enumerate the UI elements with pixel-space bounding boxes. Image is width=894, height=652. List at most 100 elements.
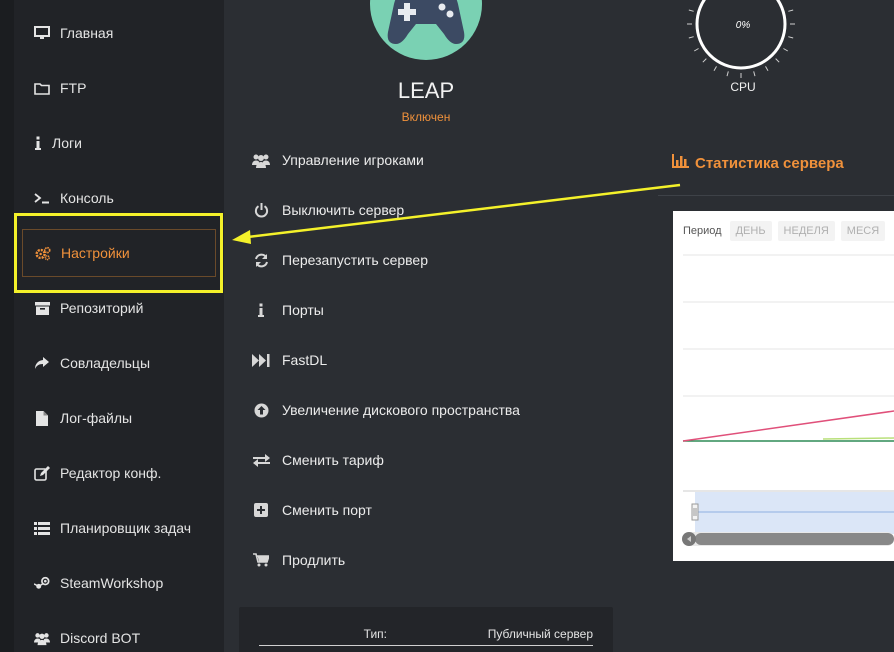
sidebar-item-coowners[interactable]: Совладельцы xyxy=(22,339,216,387)
menu-item-label: Выключить сервер xyxy=(282,202,405,218)
gauge-tick xyxy=(765,66,769,72)
sidebar-item-label: Лог-файлы xyxy=(60,410,133,426)
navigator-handle[interactable] xyxy=(691,503,699,521)
exchange-icon xyxy=(252,453,270,467)
menu-item-label: Порты xyxy=(282,302,324,318)
gauge-tick xyxy=(688,9,694,12)
gauge-tick xyxy=(726,71,729,77)
sidebar-item-label: Discord BOT xyxy=(60,630,141,646)
increase-disk-button[interactable]: Увеличение дискового пространства xyxy=(252,398,520,422)
steam-icon xyxy=(34,575,50,591)
change-port-button[interactable]: Сменить порт xyxy=(252,498,372,522)
gauge-tick xyxy=(702,58,707,63)
menu-item-label: Продлить xyxy=(282,552,346,568)
sidebar-item-label: Консоль xyxy=(60,190,114,206)
menu-item-label: Увеличение дискового пространства xyxy=(282,402,520,418)
scrollbar-thumb[interactable] xyxy=(695,533,894,545)
terminal-icon xyxy=(34,190,50,206)
monitor-icon xyxy=(34,25,50,41)
divider xyxy=(658,195,894,196)
left-edge-strip xyxy=(0,0,14,652)
restart-server-button[interactable]: Перезапустить сервер xyxy=(252,248,428,272)
gauge-tick xyxy=(783,48,789,52)
sidebar-item-repository[interactable]: Репозиторий xyxy=(22,284,216,332)
list-icon xyxy=(34,520,50,536)
refresh-icon xyxy=(252,253,270,268)
gauge-tick xyxy=(713,66,717,72)
divider xyxy=(259,645,593,646)
gauge-tick xyxy=(753,71,756,77)
cpu-gauge: 0% xyxy=(683,0,799,82)
gauge-tick xyxy=(693,48,699,52)
sidebar-item-scheduler[interactable]: Планировщик задач xyxy=(22,504,216,552)
users-icon xyxy=(252,153,270,168)
sidebar: Главная FTP Логи Консоль Настройки Репоз… xyxy=(14,0,224,652)
bar-chart-icon xyxy=(672,154,689,172)
ports-button[interactable]: Порты xyxy=(252,298,324,322)
server-info-panel: Тип: Публичный сервер xyxy=(239,607,613,652)
info-row-type: Тип: Публичный сервер xyxy=(259,627,593,641)
renew-button[interactable]: Продлить xyxy=(252,548,345,572)
sidebar-item-label: Логи xyxy=(52,135,82,151)
menu-item-label: Сменить порт xyxy=(282,502,372,518)
sidebar-item-config-editor[interactable]: Редактор конф. xyxy=(22,449,216,497)
stats-title: Статистика сервера xyxy=(672,154,844,172)
manage-players-button[interactable]: Управление игроками xyxy=(252,148,424,172)
fastdl-button[interactable]: FastDL xyxy=(252,348,327,372)
gamepad-icon xyxy=(387,0,465,44)
sidebar-item-label: Главная xyxy=(60,25,114,41)
cpu-label: CPU xyxy=(730,80,756,94)
sidebar-item-label: SteamWorkshop xyxy=(60,575,164,591)
menu-item-label: FastDL xyxy=(282,352,328,368)
series-line-pink xyxy=(682,410,894,442)
edit-icon xyxy=(34,465,50,481)
stats-chart xyxy=(682,254,894,546)
file-icon xyxy=(34,410,50,426)
sidebar-item-label: FTP xyxy=(60,80,87,96)
fast-forward-icon xyxy=(252,353,270,367)
sidebar-item-label: Редактор конф. xyxy=(60,465,162,481)
navigator-range[interactable] xyxy=(695,492,894,534)
sidebar-item-logs[interactable]: Логи xyxy=(22,119,216,167)
sidebar-item-label: Настройки xyxy=(61,245,130,261)
sidebar-item-discord-bot[interactable]: Discord BOT xyxy=(22,614,216,652)
plus-square-icon xyxy=(252,503,270,517)
stop-server-button[interactable]: Выключить сервер xyxy=(252,198,404,222)
info-key: Тип: xyxy=(363,627,387,641)
info-icon xyxy=(252,303,270,317)
sidebar-item-ftp[interactable]: FTP xyxy=(22,64,216,112)
gauge-tick xyxy=(775,58,780,63)
cogs-icon xyxy=(35,245,51,261)
sidebar-item-label: Совладельцы xyxy=(60,355,151,371)
menu-item-label: Управление игроками xyxy=(282,152,424,168)
stats-title-text: Статистика сервера xyxy=(695,154,844,172)
gauge-tick xyxy=(688,36,694,39)
archive-icon xyxy=(34,300,50,316)
change-tariff-button[interactable]: Сменить тариф xyxy=(252,448,384,472)
share-icon xyxy=(34,355,50,371)
stats-chart-panel: Период ДЕНЬ НЕДЕЛЯ МЕСЯ xyxy=(673,211,894,561)
server-name: LEAP xyxy=(397,78,455,103)
info-icon xyxy=(34,135,42,151)
sidebar-item-label: Планировщик задач xyxy=(60,520,192,536)
sidebar-item-home[interactable]: Главная xyxy=(22,9,216,57)
server-avatar xyxy=(370,0,482,60)
series-line-lime xyxy=(822,437,894,440)
sidebar-item-steamworkshop[interactable]: SteamWorkshop xyxy=(22,559,216,607)
gauge-tick xyxy=(788,9,794,12)
upload-circle-icon xyxy=(252,403,270,418)
users-icon xyxy=(34,630,50,646)
power-icon xyxy=(252,202,270,218)
sidebar-item-settings[interactable]: Настройки xyxy=(22,229,216,277)
folder-icon xyxy=(34,80,50,96)
gauge-tick xyxy=(788,36,794,39)
sidebar-item-label: Репозиторий xyxy=(60,300,144,316)
menu-item-label: Перезапустить сервер xyxy=(282,252,428,268)
menu-item-label: Сменить тариф xyxy=(282,452,384,468)
info-value: Публичный сервер xyxy=(487,627,593,641)
sidebar-item-console[interactable]: Консоль xyxy=(22,174,216,222)
cpu-value: 0% xyxy=(736,20,751,31)
cart-icon xyxy=(252,553,270,567)
sidebar-item-logfiles[interactable]: Лог-файлы xyxy=(22,394,216,442)
server-status: Включен xyxy=(401,110,451,124)
